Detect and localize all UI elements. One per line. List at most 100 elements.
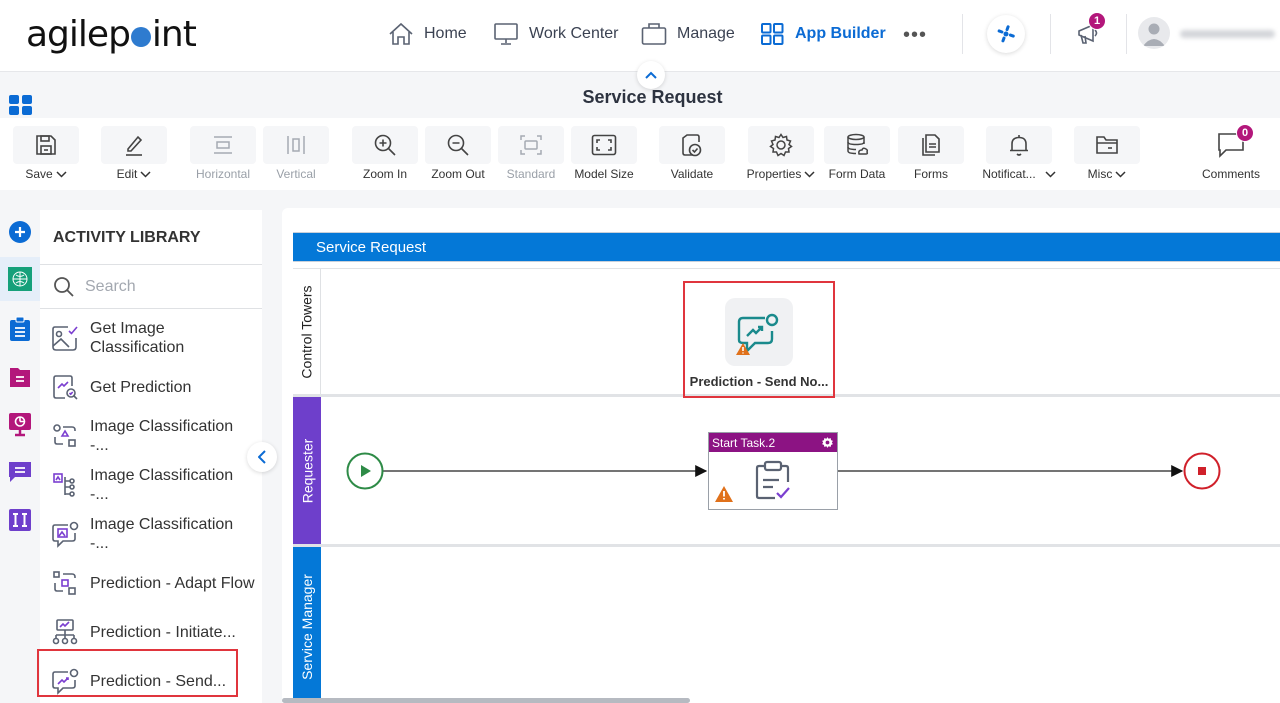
horizontal-scrollbar[interactable]	[282, 698, 690, 703]
standard-label: Standard	[506, 167, 556, 181]
collapse-header-button[interactable]	[637, 61, 665, 89]
chevron-down-icon	[56, 170, 67, 178]
user-avatar[interactable]	[1138, 17, 1170, 49]
top-navigation-bar: agilep int Home Work Center Manage App Bu…	[0, 0, 1280, 72]
comments-count-badge: 0	[1236, 124, 1254, 142]
standard-size-button[interactable]: Standard	[498, 126, 564, 190]
start-task-shape[interactable]: Start Task.2	[708, 432, 838, 510]
horizontal-align-icon	[212, 134, 234, 156]
zoom-in-button[interactable]: Zoom In	[352, 126, 418, 190]
ai-spark-icon	[996, 24, 1016, 44]
notification-badge: 1	[1088, 12, 1106, 30]
rail-ai-category[interactable]	[0, 257, 40, 301]
form-data-label: Form Data	[828, 167, 886, 181]
zoom-in-label: Zoom In	[362, 167, 407, 181]
misc-label: Misc	[1087, 167, 1113, 181]
library-item-image-classification-2[interactable]: Image Classification -...	[40, 461, 262, 509]
nav-app-builder[interactable]: App Builder	[760, 20, 886, 48]
initiate-process-icon	[52, 619, 78, 645]
agilepoint-logo[interactable]: agilep int	[26, 14, 197, 55]
edit-button[interactable]: Edit	[101, 126, 167, 190]
save-label: Save	[25, 167, 53, 181]
nav-home[interactable]: Home	[388, 20, 467, 48]
library-item-get-prediction[interactable]: Get Prediction	[40, 363, 262, 411]
zoom-out-button[interactable]: Zoom Out	[425, 126, 491, 190]
task-clipboard-icon	[755, 460, 790, 500]
fit-screen-icon	[591, 134, 617, 156]
rail-integration-category[interactable]	[0, 498, 40, 542]
forms-button[interactable]: Forms	[898, 126, 964, 190]
library-item-label: Image Classification -...	[90, 467, 234, 503]
designer-toolbar: Save Edit Horizontal Vertical Zoom In Zo…	[0, 118, 1280, 190]
save-button[interactable]: Save	[13, 126, 79, 190]
ai-assistant-button[interactable]	[987, 15, 1025, 53]
database-icon	[845, 133, 869, 157]
model-size-button[interactable]: Model Size	[571, 126, 637, 190]
comments-button[interactable]: 0 Comments	[1198, 124, 1264, 190]
validate-button[interactable]: Validate	[659, 126, 725, 190]
library-item-prediction-adapt-flow[interactable]: Prediction - Adapt Flow	[40, 559, 262, 607]
image-classification-chat-icon	[52, 521, 79, 548]
library-item-label: Get Image Classification	[90, 320, 185, 356]
collapse-library-button[interactable]	[247, 442, 277, 472]
nav-home-label: Home	[424, 25, 467, 42]
library-item-image-classification-3[interactable]: Image Classification -...	[40, 510, 262, 558]
rail-forms-category[interactable]	[0, 355, 40, 399]
task-name: Start Task.2	[712, 435, 776, 450]
chevron-down-icon	[1045, 170, 1056, 178]
folder-list-icon	[10, 368, 30, 387]
chevron-left-icon	[258, 450, 266, 464]
more-menu-button[interactable]: •••	[903, 24, 927, 47]
library-item-label: Image Classification -...	[90, 418, 234, 454]
vertical-label: Vertical	[276, 167, 316, 181]
model-size-label: Model Size	[574, 167, 634, 181]
misc-button[interactable]: Misc	[1074, 126, 1140, 190]
library-search-input[interactable]	[85, 277, 245, 296]
library-item-label: Prediction - Initiate...	[90, 623, 236, 641]
zoom-in-icon	[373, 133, 397, 157]
library-item-get-image-classification[interactable]: Get Image Classification	[40, 314, 262, 362]
vertical-align-button[interactable]: Vertical	[263, 126, 329, 190]
notifications-button[interactable]: Notificat...	[982, 126, 1056, 190]
properties-button[interactable]: Properties	[746, 126, 815, 190]
image-classification-tree-icon	[53, 473, 75, 497]
chat-icon	[9, 462, 31, 482]
grid-icon	[760, 22, 785, 46]
form-data-button[interactable]: Form Data	[824, 126, 890, 190]
gear-icon[interactable]	[821, 436, 834, 449]
library-item-highlight-box	[37, 649, 238, 697]
activity-library-title: ACTIVITY LIBRARY	[53, 229, 201, 246]
monitor-chart-icon	[9, 413, 31, 437]
monitor-icon	[493, 22, 519, 46]
user-name-blurred[interactable]	[1180, 30, 1275, 38]
nav-manage[interactable]: Manage	[641, 20, 735, 48]
end-event	[1183, 452, 1221, 490]
rail-task-category[interactable]	[0, 307, 40, 351]
notifications-label: Notificat...	[982, 167, 1036, 181]
chevron-down-icon	[1115, 170, 1126, 178]
nav-app-builder-label: App Builder	[795, 25, 886, 42]
rail-messaging-category[interactable]	[0, 450, 40, 494]
nav-work-center[interactable]: Work Center	[493, 20, 619, 48]
task-header: Start Task.2	[709, 433, 837, 452]
library-item-image-classification-1[interactable]: Image Classification -...	[40, 412, 262, 460]
save-icon	[35, 134, 57, 156]
rail-add-button[interactable]	[0, 210, 40, 254]
briefcase-icon	[641, 22, 667, 46]
prediction-search-icon	[53, 375, 78, 400]
library-item-label: Image Classification -...	[90, 516, 234, 552]
page-title: Service Request	[582, 87, 723, 107]
validate-icon	[681, 133, 703, 157]
process-canvas[interactable]: Service Request Control Towers Requester…	[282, 208, 1280, 703]
nav-manage-label: Manage	[677, 25, 735, 42]
rail-reports-category[interactable]	[0, 403, 40, 447]
image-classification-flow-icon	[53, 424, 76, 447]
announcements-button[interactable]: 1	[1075, 12, 1106, 50]
library-item-label: Prediction - Adapt Flow	[90, 574, 255, 592]
bell-icon	[1008, 133, 1030, 157]
validate-label: Validate	[670, 167, 714, 181]
zoom-out-label: Zoom Out	[431, 167, 485, 181]
pencil-icon	[123, 134, 145, 156]
horizontal-align-button[interactable]: Horizontal	[190, 126, 256, 190]
properties-label: Properties	[746, 167, 802, 181]
